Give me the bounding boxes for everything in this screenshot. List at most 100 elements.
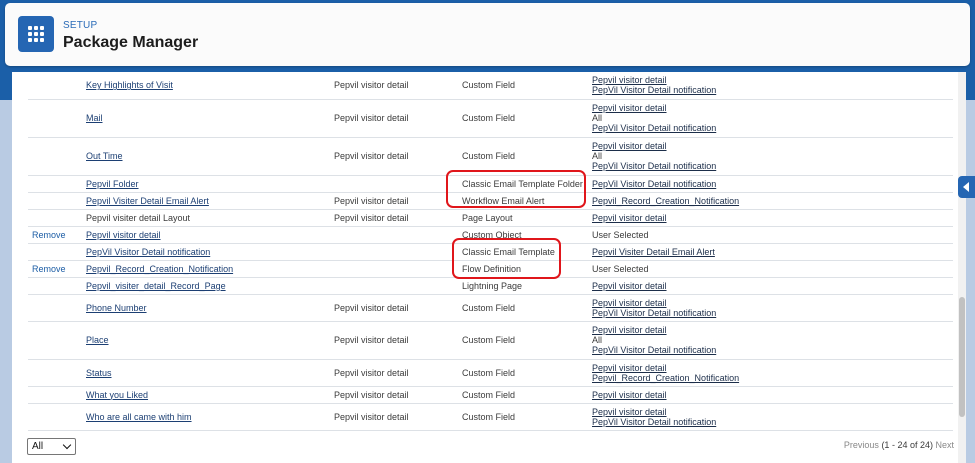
action-cell: [28, 192, 82, 210]
included-by-link[interactable]: Pepvil visitor detail: [592, 298, 667, 308]
included-by-link[interactable]: PepVil Visitor Detail notification: [592, 308, 716, 318]
action-cell: [28, 209, 82, 227]
table-row: Pepvil visiter detail Layout Pepvil visit…: [28, 209, 953, 227]
components-table: Key Highlights of Visit Pepvil visitor de…: [28, 72, 953, 431]
included-by-cell: Pepvil Visiter Detail Email Alert: [588, 243, 953, 261]
included-by-link[interactable]: Pepvil visitor detail: [592, 75, 667, 85]
included-by-cell: Pepvil visitor detail PepVil Visitor Deta…: [588, 403, 953, 431]
component-name-cell: Pepvil Visiter Detail Email Alert: [82, 192, 330, 210]
component-name-link[interactable]: Who are all came with him: [86, 412, 192, 422]
pager-next[interactable]: Next: [935, 440, 954, 450]
component-name-cell: Status: [82, 359, 330, 387]
component-name-link[interactable]: Place: [86, 335, 109, 345]
included-by-cell: Pepvil visitor detail All PepVil Visitor D…: [588, 99, 953, 138]
included-by-link[interactable]: Pepvil_Record_Creation_Notification: [592, 196, 739, 206]
included-by-text: All: [592, 151, 603, 161]
scrollbar-thumb[interactable]: [959, 297, 965, 417]
included-by-link[interactable]: Pepvil visitor detail: [592, 103, 667, 113]
filter-select-value: All: [32, 441, 44, 452]
table-row: What you Liked Pepvil visitor detail Custo…: [28, 386, 953, 404]
component-type-cell: Custom Field: [458, 294, 588, 322]
included-by-cell: Pepvil visitor detail: [588, 277, 953, 295]
included-by-cell: PepVil Visitor Detail notification: [588, 175, 953, 193]
action-cell: [28, 99, 82, 138]
table-row: Pepvil Visiter Detail Email Alert Pepvil …: [28, 192, 953, 210]
included-by-link[interactable]: Pepvil visitor detail: [592, 407, 667, 417]
package-components-panel: Key Highlights of Visit Pepvil visitor de…: [12, 72, 966, 463]
included-by-link[interactable]: Pepvil_Record_Creation_Notification: [592, 373, 739, 383]
component-name-link[interactable]: Pepvil visitor detail: [86, 230, 161, 240]
component-name-link[interactable]: Mail: [86, 113, 103, 123]
pager-previous[interactable]: Previous: [844, 440, 879, 450]
included-by-link[interactable]: PepVil Visitor Detail notification: [592, 161, 716, 171]
chevron-left-icon: [963, 182, 969, 192]
included-by-link[interactable]: Pepvil visitor detail: [592, 281, 667, 291]
component-name-link[interactable]: Pepvil_visiter_detail_Record_Page: [86, 281, 226, 291]
table-row: Pepvil Folder Classic Email Template Fold…: [28, 175, 953, 193]
component-name-link[interactable]: Pepvil Folder: [86, 179, 139, 189]
setup-header: SETUP Package Manager: [5, 3, 970, 66]
pagination: Previous (1 - 24 of 24) Next: [844, 440, 954, 450]
action-cell: [28, 386, 82, 404]
parent-object-cell: Pepvil visitor detail: [330, 321, 458, 360]
component-name-link[interactable]: Pepvil Visiter Detail Email Alert: [86, 196, 209, 206]
included-by-link[interactable]: PepVil Visitor Detail notification: [592, 345, 716, 355]
parent-object-cell: [330, 260, 458, 278]
included-by-link[interactable]: Pepvil visitor detail: [592, 213, 667, 223]
component-name-cell: Pepvil_Record_Creation_Notification: [82, 260, 330, 278]
vertical-scrollbar[interactable]: [958, 72, 966, 463]
included-by-link[interactable]: PepVil Visitor Detail notification: [592, 85, 716, 95]
component-type-cell: Classic Email Template: [458, 243, 588, 261]
component-name: Pepvil visiter detail Layout: [86, 212, 191, 223]
included-by-cell: Pepvil visitor detail PepVil Visitor Deta…: [588, 294, 953, 322]
component-name-link[interactable]: What you Liked: [86, 390, 148, 400]
component-name-cell: Pepvil Folder: [82, 175, 330, 193]
setup-label: SETUP: [63, 20, 98, 31]
component-name-link[interactable]: Phone Number: [86, 303, 147, 313]
component-name-link[interactable]: Key Highlights of Visit: [86, 80, 173, 90]
remove-link[interactable]: Remove: [32, 230, 66, 240]
parent-object-cell: [330, 243, 458, 261]
action-cell: [28, 277, 82, 295]
component-name-link[interactable]: Status: [86, 368, 112, 378]
table-row: Remove Pepvil_Record_Creation_Notificatio…: [28, 260, 953, 278]
table-row: Mail Pepvil visitor detail Custom Field Pep…: [28, 99, 953, 138]
component-name-cell: What you Liked: [82, 386, 330, 404]
parent-object-cell: Pepvil visitor detail: [330, 192, 458, 210]
included-by-link[interactable]: PepVil Visitor Detail notification: [592, 179, 716, 189]
included-by-text: User Selected: [592, 263, 649, 274]
component-name-cell: Pepvil visiter detail Layout: [82, 209, 330, 227]
included-by-link[interactable]: PepVil Visitor Detail notification: [592, 417, 716, 427]
table-row: Phone Number Pepvil visitor detail Custom …: [28, 294, 953, 322]
collapse-panel-tab[interactable]: [958, 176, 975, 198]
included-by-cell: User Selected: [588, 226, 953, 244]
component-name-cell: Phone Number: [82, 294, 330, 322]
parent-object-cell: Pepvil visitor detail: [330, 403, 458, 431]
component-name-link[interactable]: Pepvil_Record_Creation_Notification: [86, 264, 233, 274]
included-by-link[interactable]: Pepvil visitor detail: [592, 363, 667, 373]
app-launcher-grid-icon[interactable]: [18, 16, 54, 52]
list-footer: All Previous (1 - 24 of 24) Next: [12, 433, 958, 463]
parent-object-cell: Pepvil visitor detail: [330, 294, 458, 322]
table-row: Pepvil_visiter_detail_Record_Page Lightni…: [28, 277, 953, 295]
component-name-link[interactable]: Out Time: [86, 151, 123, 161]
parent-object-cell: Pepvil visitor detail: [330, 72, 458, 100]
included-by-cell: Pepvil_Record_Creation_Notification: [588, 192, 953, 210]
component-type-cell: Page Layout: [458, 209, 588, 227]
chevron-down-icon: [62, 440, 72, 450]
action-cell: [28, 72, 82, 100]
included-by-cell: Pepvil visitor detail Pepvil_Record_Creat…: [588, 359, 953, 387]
included-by-link[interactable]: Pepvil Visiter Detail Email Alert: [592, 247, 715, 257]
included-by-link[interactable]: Pepvil visitor detail: [592, 141, 667, 151]
included-by-link[interactable]: Pepvil visitor detail: [592, 325, 667, 335]
remove-link[interactable]: Remove: [32, 264, 66, 274]
included-by-cell: Pepvil visitor detail All PepVil Visitor D…: [588, 137, 953, 176]
component-name-cell: Place: [82, 321, 330, 360]
component-name-link[interactable]: PepVil Visitor Detail notification: [86, 247, 210, 257]
table-row: Status Pepvil visitor detail Custom Field P…: [28, 359, 953, 387]
included-by-link[interactable]: Pepvil visitor detail: [592, 390, 667, 400]
filter-select[interactable]: All: [27, 438, 76, 455]
component-name-cell: Who are all came with him: [82, 403, 330, 431]
action-cell: Remove: [28, 260, 82, 278]
included-by-link[interactable]: PepVil Visitor Detail notification: [592, 123, 716, 133]
